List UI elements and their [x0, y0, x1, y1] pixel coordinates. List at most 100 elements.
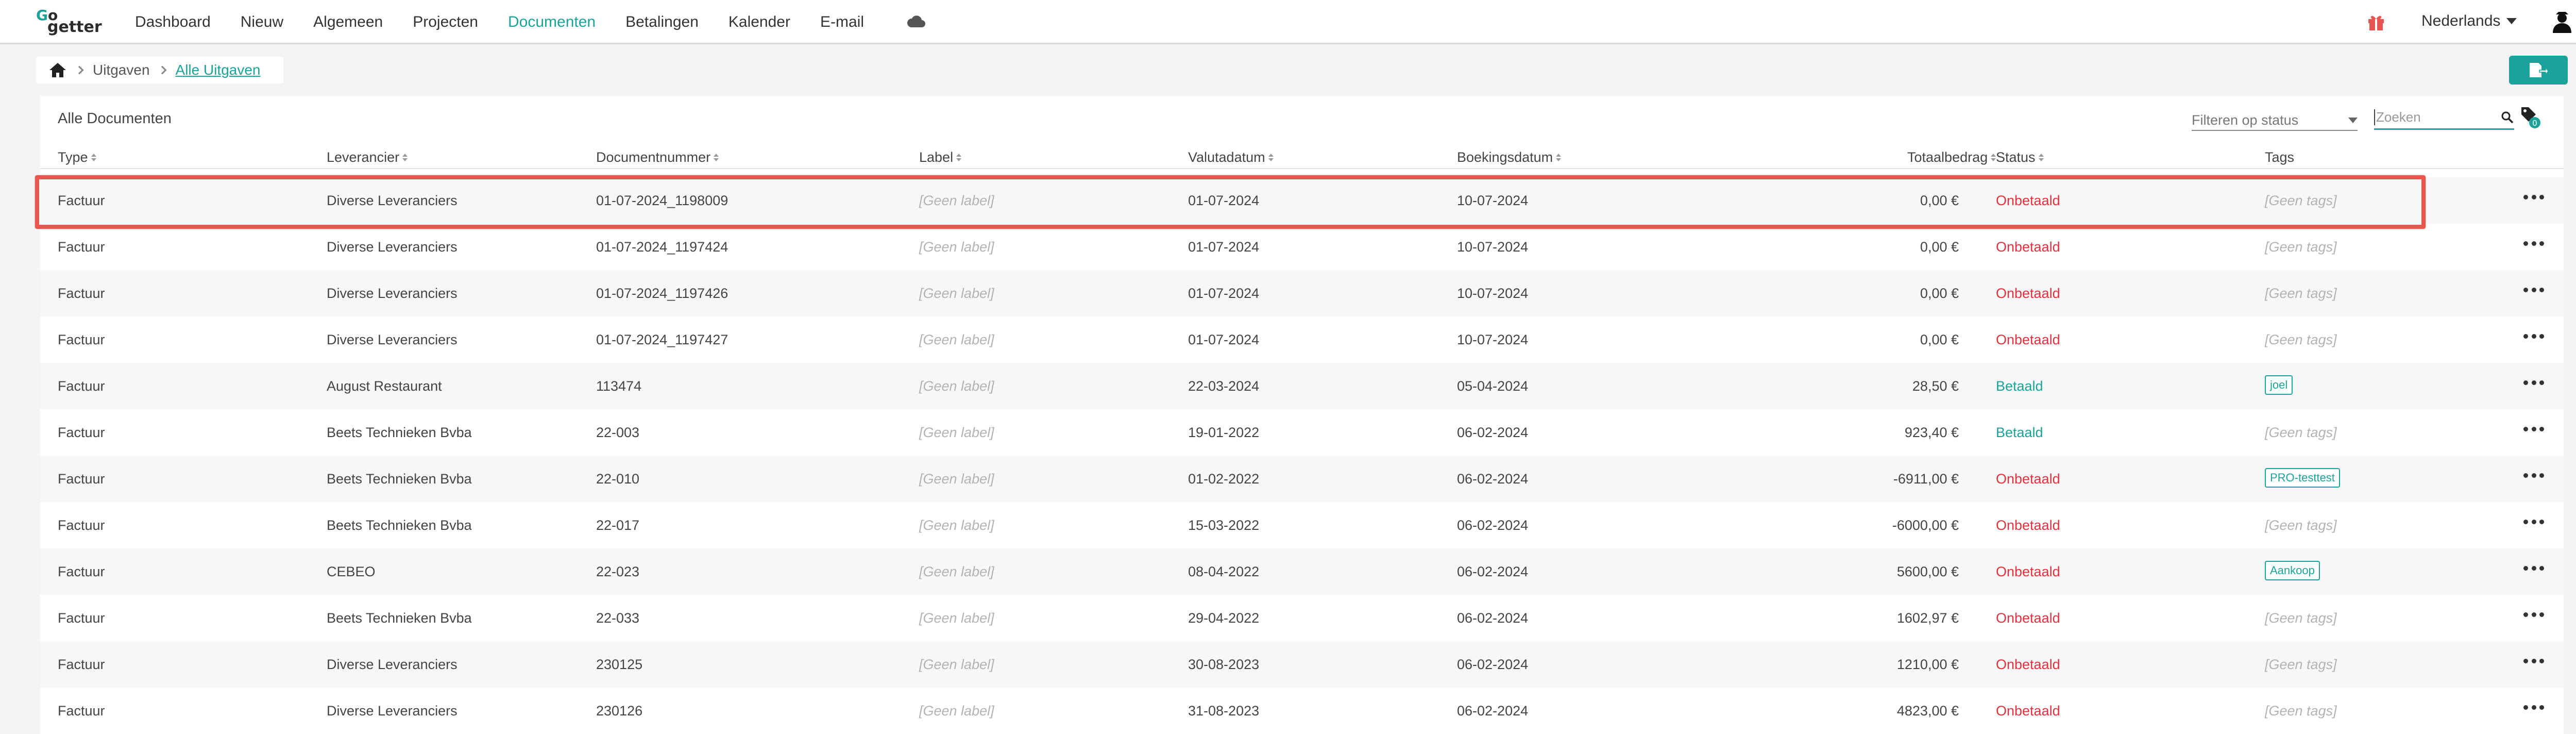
value-date-cell: 15-03-2022 [1188, 518, 1260, 533]
more-horizontal-icon[interactable] [2523, 192, 2544, 202]
table-row[interactable]: Factuur Diverse Leveranciers 01-07-2024_11… [40, 177, 2564, 224]
booking-date-cell: 06-02-2024 [1457, 518, 1529, 533]
value-date-cell: 01-07-2024 [1188, 193, 1260, 208]
column-header-label[interactable]: Label [919, 149, 962, 165]
status-cell: Onbetaald [1996, 193, 2060, 208]
table-row[interactable]: Factuur August Restaurant 113474 [Geen labe… [40, 363, 2564, 409]
export-button[interactable] [2509, 56, 2568, 85]
more-horizontal-icon[interactable] [2523, 424, 2544, 434]
column-header-valutadatum[interactable]: Valutadatum [1188, 149, 1274, 165]
table-row[interactable]: Factuur Beets Technieken Bvba 22-003 [Geen … [40, 409, 2564, 456]
column-header-leverancier[interactable]: Leverancier [327, 149, 408, 165]
document-number-cell: 22-017 [596, 518, 640, 533]
supplier-cell: Diverse Leveranciers [327, 193, 457, 208]
type-cell: Factuur [58, 657, 105, 672]
breadcrumb-uitgaven[interactable]: Uitgaven [93, 62, 150, 78]
documents-card: Alle Documenten Filteren op status 0 Typ… [40, 96, 2564, 734]
table-row[interactable]: Factuur CEBEO 22-023 [Geen label] 08-04-2022… [40, 548, 2564, 595]
column-header-totaalbedrag[interactable]: Totaalbedrag [1907, 149, 1996, 165]
more-horizontal-icon[interactable] [2523, 609, 2544, 620]
supplier-cell: Diverse Leveranciers [327, 657, 457, 672]
more-horizontal-icon[interactable] [2523, 516, 2544, 527]
language-select[interactable]: Nederlands [2421, 12, 2517, 30]
more-horizontal-icon[interactable] [2523, 656, 2544, 666]
tags-cell: [Geen tags] [2265, 657, 2337, 672]
language-label: Nederlands [2421, 12, 2501, 29]
table-row[interactable]: Factuur Diverse Leveranciers 01-07-2024_11… [40, 270, 2564, 316]
document-number-cell: 01-07-2024_1198009 [596, 193, 728, 208]
gogetter-logo[interactable]: Go getter [36, 8, 108, 36]
more-horizontal-icon[interactable] [2523, 331, 2544, 341]
nav-dashboard[interactable]: Dashboard [135, 13, 211, 31]
supplier-cell: August Restaurant [327, 378, 442, 394]
table-row[interactable]: Factuur Beets Technieken Bvba 22-017 [Geen … [40, 502, 2564, 548]
more-horizontal-icon[interactable] [2523, 285, 2544, 295]
tag-chip[interactable]: Aankoop [2265, 561, 2320, 580]
status-filter-select[interactable]: Filteren op status [2192, 110, 2358, 131]
sort-icon [956, 154, 962, 161]
search-input[interactable] [2374, 109, 2482, 125]
tag-chip[interactable]: PRO-testtest [2265, 468, 2340, 488]
total-amount-cell: 0,00 € [1920, 239, 1959, 255]
value-date-cell: 01-07-2024 [1188, 239, 1260, 255]
table-row[interactable]: Factuur Beets Technieken Bvba 22-033 [Geen … [40, 595, 2564, 641]
more-horizontal-icon[interactable] [2523, 702, 2544, 712]
nav-kalender[interactable]: Kalender [728, 13, 790, 31]
nav-projecten[interactable]: Projecten [413, 13, 478, 31]
column-header-label: Status [1996, 149, 2036, 165]
sort-icon [2038, 154, 2044, 161]
type-cell: Factuur [58, 564, 105, 579]
tag-filter-icon[interactable]: 0 [2519, 105, 2542, 130]
table-row[interactable]: Factuur Diverse Leveranciers 01-07-2024_11… [40, 316, 2564, 363]
table-row[interactable]: Factuur Diverse Leveranciers 230126 [Geen l… [40, 688, 2564, 734]
total-amount-cell: 923,40 € [1904, 425, 1959, 440]
document-number-cell: 230125 [596, 657, 643, 672]
nav-documenten[interactable]: Documenten [508, 13, 596, 31]
table-row[interactable]: Factuur Diverse Leveranciers 230125 [Geen l… [40, 641, 2564, 688]
total-amount-cell: 5600,00 € [1896, 564, 1959, 579]
cloud-icon[interactable] [907, 14, 925, 28]
chevron-down-icon [2506, 18, 2517, 24]
booking-date-cell: 06-02-2024 [1457, 610, 1529, 626]
status-cell: Onbetaald [1996, 471, 2060, 487]
more-horizontal-icon[interactable] [2523, 563, 2544, 573]
column-header-boekingsdatum[interactable]: Boekingsdatum [1457, 149, 1562, 165]
nav-algemeen[interactable]: Algemeen [313, 13, 383, 31]
type-cell: Factuur [58, 703, 105, 719]
breadcrumb-alle-uitgaven[interactable]: Alle Uitgaven [176, 62, 261, 78]
status-cell: Onbetaald [1996, 564, 2060, 579]
home-icon[interactable] [48, 62, 67, 78]
nav-email[interactable]: E-mail [820, 13, 864, 31]
table-row[interactable]: Factuur Beets Technieken Bvba 22-010 [Geen … [40, 456, 2564, 502]
nav-nieuw[interactable]: Nieuw [241, 13, 283, 31]
type-cell: Factuur [58, 286, 105, 301]
type-cell: Factuur [58, 378, 105, 394]
user-icon[interactable] [2550, 10, 2574, 34]
column-header-type[interactable]: Type [58, 149, 96, 165]
value-date-cell: 01-02-2022 [1188, 471, 1260, 487]
supplier-cell: Diverse Leveranciers [327, 239, 457, 255]
column-header-documentnummer[interactable]: Documentnummer [596, 149, 719, 165]
gift-icon[interactable] [2367, 13, 2385, 31]
total-amount-cell: 0,00 € [1920, 286, 1959, 301]
column-header-status[interactable]: Status [1996, 149, 2044, 165]
type-cell: Factuur [58, 610, 105, 626]
supplier-cell: Beets Technieken Bvba [327, 518, 472, 533]
status-cell: Onbetaald [1996, 518, 2060, 533]
table-row[interactable]: Factuur Diverse Leveranciers 01-07-2024_11… [40, 224, 2564, 270]
document-number-cell: 22-010 [596, 471, 640, 487]
status-cell: Betaald [1996, 425, 2043, 440]
booking-date-cell: 06-02-2024 [1457, 657, 1529, 672]
more-horizontal-icon[interactable] [2523, 238, 2544, 248]
nav-betalingen[interactable]: Betalingen [625, 13, 699, 31]
tag-chip[interactable]: joel [2265, 375, 2293, 395]
type-cell: Factuur [58, 239, 105, 255]
column-header-label: Documentnummer [596, 149, 711, 165]
booking-date-cell: 06-02-2024 [1457, 425, 1529, 440]
more-horizontal-icon[interactable] [2523, 470, 2544, 480]
column-header-label: Type [58, 149, 88, 165]
more-horizontal-icon[interactable] [2523, 377, 2544, 388]
tags-cell: [Geen tags] [2265, 703, 2337, 719]
search-icon[interactable] [2501, 111, 2514, 124]
main-nav: Dashboard Nieuw Algemeen Projecten Docum… [135, 0, 894, 44]
